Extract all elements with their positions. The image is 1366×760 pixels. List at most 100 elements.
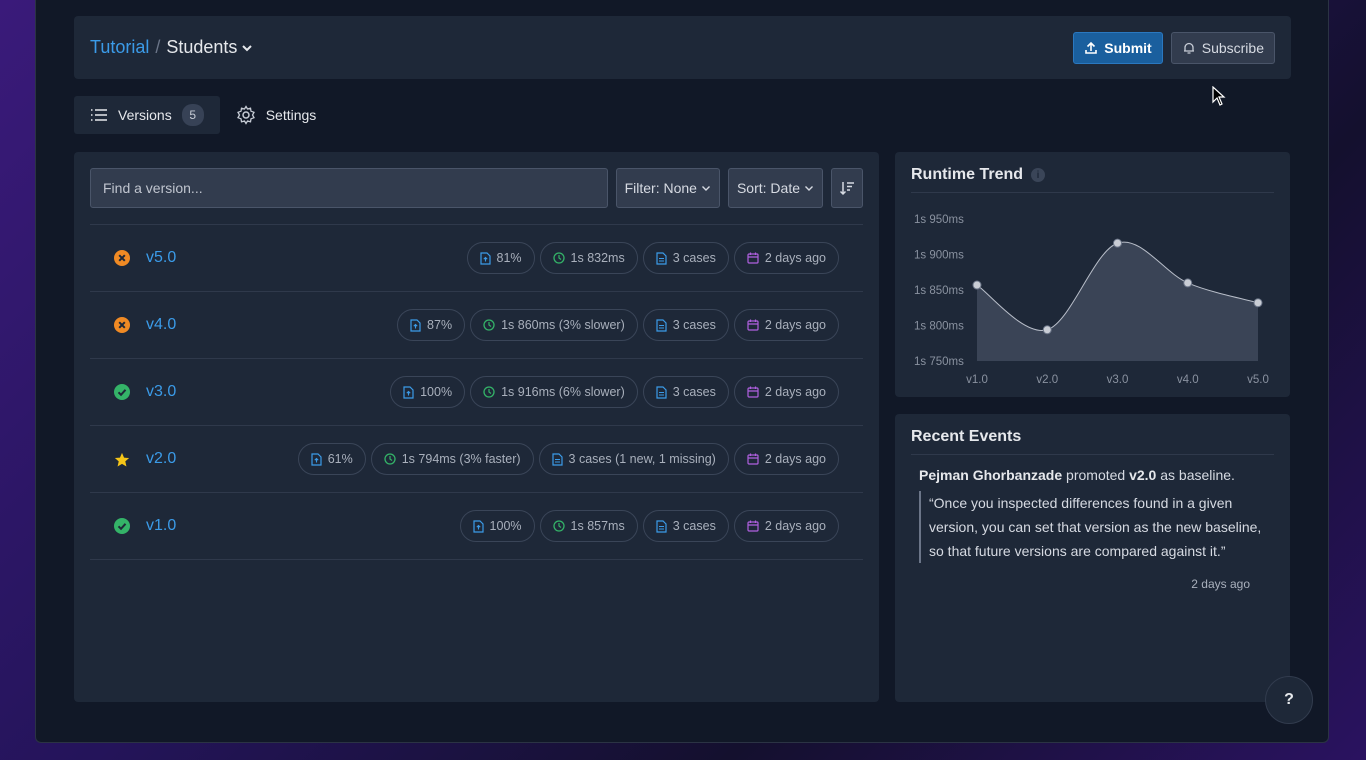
clock-icon: [483, 319, 495, 331]
event-timestamp: 2 days ago: [1191, 577, 1250, 591]
bell-icon: [1183, 42, 1194, 54]
submit-button[interactable]: Submit: [1073, 31, 1163, 64]
tab-settings-label: Settings: [265, 107, 317, 123]
breadcrumb-current-label: Students: [166, 37, 238, 57]
versions-panel: Filter: None Sort: Date v5.0 81% 1s 832ms 3…: [74, 152, 879, 702]
recent-events-panel: Recent Events Pejman Ghorbanzade promote…: [895, 414, 1290, 702]
date-pill: 2 days ago: [733, 376, 839, 408]
runtime-trend-panel: Runtime Trend i v1.0 v2.0 v3.0 v4.0 v5.0 1s 9…: [895, 152, 1290, 397]
tab-versions-label: Versions: [118, 107, 172, 123]
date-value: 2 days ago: [764, 519, 826, 533]
subscribe-button[interactable]: Subscribe: [1170, 31, 1275, 64]
coverage-value: 100%: [420, 385, 453, 399]
subscribe-label: Subscribe: [1201, 39, 1264, 56]
clock-icon: [483, 386, 495, 398]
y-tick-label: 1s 850ms: [914, 285, 964, 297]
version-row[interactable]: v4.0 87% 1s 860ms (3% slower) 3 cases 2 days…: [90, 292, 863, 359]
event-actor: Pejman Ghorbanzade: [919, 467, 1063, 483]
file-upload-icon: [403, 385, 414, 399]
runtime-trend-chart: v1.0 v2.0 v3.0 v4.0 v5.0 1s 950ms 1s 900ms 1s 8…: [914, 214, 1269, 386]
runtime-point[interactable]: [1042, 325, 1052, 335]
date-pill: 2 days ago: [733, 309, 839, 341]
cases-pill: 3 cases: [642, 510, 729, 542]
failed-x-icon: [114, 250, 130, 266]
runtime-point[interactable]: [1183, 278, 1193, 288]
breadcrumb-current-dropdown[interactable]: Students: [166, 37, 253, 58]
cases-value: 3 cases: [672, 385, 716, 399]
document-icon: [656, 251, 667, 265]
runtime-point[interactable]: [972, 280, 982, 290]
y-tick-label: 1s 750ms: [914, 356, 964, 368]
coverage-pill: 81%: [466, 242, 535, 274]
version-row[interactable]: v3.0 100% 1s 916ms (6% slower) 3 cases 2 day…: [90, 359, 863, 426]
x-tick-label: v3.0: [1107, 374, 1129, 386]
help-button[interactable]: ?: [1265, 676, 1313, 724]
version-row[interactable]: v1.0 100% 1s 857ms 3 cases 2 days ago: [90, 493, 863, 560]
runtime-value: 1s 916ms (6% slower): [501, 385, 625, 399]
runtime-value: 1s 794ms (3% faster): [401, 452, 521, 466]
failed-x-icon: [114, 317, 130, 333]
coverage-pill: 61%: [297, 443, 366, 475]
version-meta: 87% 1s 860ms (3% slower) 3 cases 2 days ago: [397, 309, 839, 341]
mouse-cursor-icon: [1212, 86, 1226, 106]
coverage-value: 81%: [496, 251, 522, 265]
event-suffix: as baseline.: [1160, 467, 1235, 483]
y-tick-label: 1s 800ms: [914, 321, 964, 333]
calendar-icon: [747, 386, 759, 398]
tab-settings[interactable]: Settings: [220, 96, 333, 134]
passed-check-icon: [114, 518, 130, 534]
event-quote: “Once you inspected differences found in…: [919, 491, 1266, 563]
coverage-value: 100%: [489, 519, 522, 533]
sort-dropdown[interactable]: Sort: Date: [727, 168, 823, 208]
version-link[interactable]: v1.0: [146, 517, 176, 535]
runtime-pill: 1s 832ms: [539, 242, 638, 274]
date-pill: 2 days ago: [733, 242, 839, 274]
cases-pill: 3 cases: [642, 309, 729, 341]
version-search-input[interactable]: [90, 168, 608, 208]
list-icon: [91, 109, 107, 121]
x-tick-label: v5.0: [1247, 374, 1269, 386]
versions-count-badge: 5: [181, 104, 204, 126]
date-pill: 2 days ago: [733, 510, 839, 542]
document-icon: [551, 452, 563, 466]
breadcrumb-parent-link[interactable]: Tutorial: [90, 37, 149, 58]
app-window: Tutorial / Students Submit Subscribe Ver…: [35, 0, 1329, 743]
chevron-down-icon: [242, 44, 253, 51]
sort-direction-button[interactable]: [831, 168, 863, 208]
filter-dropdown[interactable]: Filter: None: [615, 168, 720, 208]
passed-check-icon: [114, 384, 130, 400]
version-meta: 100% 1s 857ms 3 cases 2 days ago: [459, 510, 839, 542]
recent-events-title: Recent Events: [911, 428, 1274, 455]
chevron-down-icon: [805, 186, 813, 191]
versions-toolbar: Filter: None Sort: Date: [90, 168, 863, 208]
sort-label: Sort: Date: [736, 180, 800, 196]
tab-bar: Versions 5 Settings: [74, 96, 332, 134]
runtime-pill: 1s 916ms (6% slower): [470, 376, 638, 408]
runtime-pill: 1s 860ms (3% slower): [470, 309, 638, 341]
version-link[interactable]: v2.0: [146, 450, 176, 468]
event-target: v2.0: [1129, 467, 1157, 483]
cases-value: 3 cases: [672, 251, 716, 265]
version-link[interactable]: v3.0: [146, 383, 176, 401]
runtime-value: 1s 857ms: [570, 519, 625, 533]
coverage-pill: 100%: [459, 510, 535, 542]
runtime-point[interactable]: [1253, 298, 1263, 308]
version-link[interactable]: v5.0: [146, 249, 176, 267]
tab-versions[interactable]: Versions 5: [74, 96, 220, 134]
version-meta: 81% 1s 832ms 3 cases 2 days ago: [466, 242, 839, 274]
runtime-point[interactable]: [1113, 238, 1122, 248]
runtime-pill: 1s 794ms (3% faster): [370, 443, 534, 475]
file-upload-icon: [472, 519, 484, 533]
clock-icon: [384, 453, 396, 465]
breadcrumb-separator: /: [155, 37, 161, 57]
page-header: Tutorial / Students Submit Subscribe: [74, 16, 1291, 79]
coverage-pill: 100%: [390, 376, 466, 408]
x-tick-label: v2.0: [1036, 374, 1058, 386]
cases-pill: 3 cases: [642, 376, 729, 408]
x-tick-label: v1.0: [966, 374, 988, 386]
filter-label: Filter: None: [624, 180, 697, 196]
version-row[interactable]: v5.0 81% 1s 832ms 3 cases 2 days ago: [90, 225, 863, 292]
upload-icon: [1085, 41, 1098, 54]
version-link[interactable]: v4.0: [146, 316, 176, 334]
version-row[interactable]: v2.0 61% 1s 794ms (3% faster) 3 cases (1 ne…: [90, 426, 863, 493]
